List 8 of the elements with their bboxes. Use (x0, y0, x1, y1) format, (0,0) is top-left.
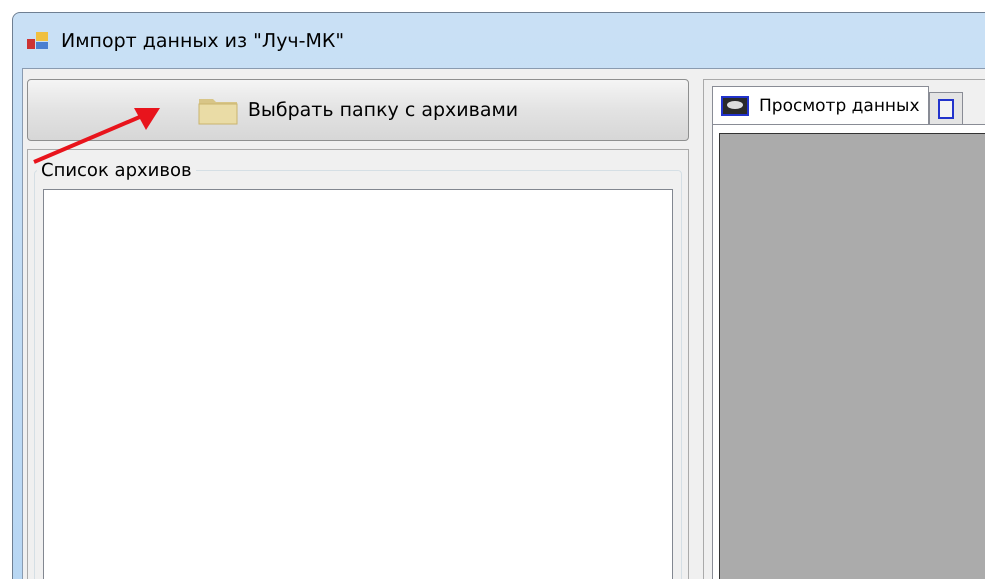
monitor-icon (721, 94, 749, 116)
group-title: Список архивов (40, 160, 193, 181)
tab[interactable]: Просмотр данных (712, 86, 929, 124)
window-title: Импорт данных из "Луч-МК" (61, 30, 344, 52)
app-icon (27, 30, 49, 50)
choose-folder-button[interactable]: Выбрать папку с архивами (27, 79, 689, 141)
window-icon (938, 98, 954, 120)
tab[interactable] (928, 92, 963, 124)
